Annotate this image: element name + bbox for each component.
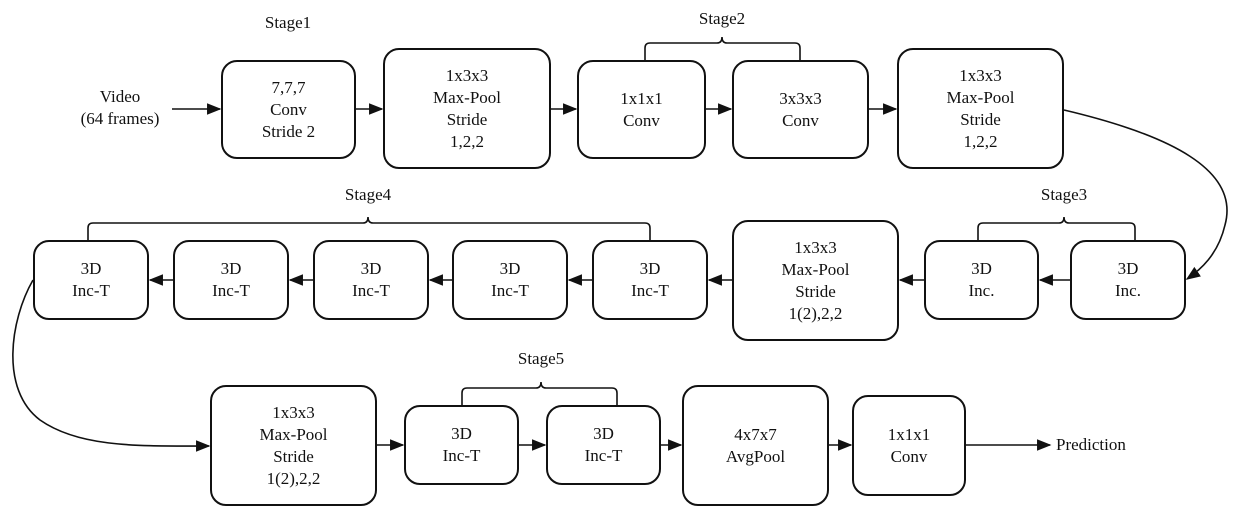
stage2-brace (644, 36, 801, 60)
node-line: 7,7,7 (271, 77, 306, 97)
node-line: 1x1x1 (620, 88, 663, 108)
node-line: Stride (446, 109, 488, 129)
node-line: 1x3x3 (445, 65, 489, 85)
node-line: Stride (273, 446, 314, 466)
stage1-label: Stage1 (264, 13, 312, 32)
node-inc4c[interactable]: 3D Inc-T (313, 240, 429, 320)
node-line: 1(2),2,2 (788, 303, 843, 323)
node-line: Stride (795, 281, 836, 301)
node-inc4a[interactable]: 3D Inc-T (592, 240, 708, 320)
node-line: Inc-T (631, 281, 669, 300)
node-line: 1x3x3 (959, 65, 1002, 85)
input-line: Video (99, 87, 141, 106)
node-line: Inc-T (442, 446, 481, 465)
node-pool2[interactable]: 1x3x3 Max-Pool Stride 1,2,2 (897, 48, 1064, 169)
node-conv3x3[interactable]: 3x3x3 Conv (732, 60, 869, 159)
node-line: Conv (270, 99, 307, 119)
node-line: Inc-T (584, 446, 623, 465)
node-line: Inc. (1115, 281, 1141, 300)
node-inc5a[interactable]: 3D Inc-T (404, 405, 519, 485)
node-line: 4x7x7 (734, 424, 777, 444)
node-line: 1(2),2,2 (266, 468, 321, 488)
node-line: 3D (451, 424, 472, 443)
node-line: Max-Pool (781, 259, 850, 279)
node-line: 1x3x3 (794, 237, 837, 257)
node-avgpool[interactable]: 4x7x7 AvgPool (682, 385, 829, 506)
stage3-brace (977, 216, 1136, 240)
node-line: Conv (782, 110, 819, 130)
node-line: Conv (890, 446, 928, 466)
node-line: Inc-T (491, 281, 529, 300)
node-line: 1,2,2 (450, 131, 484, 151)
node-inc3b[interactable]: 3D Inc. (924, 240, 1039, 320)
node-line: Stride 2 (261, 121, 316, 141)
node-inc5b[interactable]: 3D Inc-T (546, 405, 661, 485)
node-line: 3D (360, 259, 382, 278)
node-pool4[interactable]: 1x3x3 Max-Pool Stride 1(2),2,2 (210, 385, 377, 506)
node-line: Max-Pool (259, 424, 328, 444)
node-line: Stride (960, 109, 1001, 129)
node-line: 1,2,2 (963, 131, 998, 151)
node-pool1[interactable]: 1x3x3 Max-Pool Stride 1,2,2 (383, 48, 551, 169)
node-line: AvgPool (725, 446, 786, 466)
node-line: 3D (593, 424, 614, 443)
node-line: Max-Pool (433, 87, 501, 107)
stage3-label: Stage3 (1040, 185, 1088, 204)
node-line: Max-Pool (946, 87, 1015, 107)
node-inc3a[interactable]: 3D Inc. (1070, 240, 1186, 320)
node-conv7[interactable]: 7,7,7 Conv Stride 2 (221, 60, 356, 159)
node-line: 1x3x3 (272, 402, 315, 422)
node-line: Inc-T (352, 281, 390, 300)
stage4-brace (87, 216, 651, 240)
node-line: 3D (499, 259, 521, 278)
node-convout[interactable]: 1x1x1 Conv (852, 395, 966, 496)
node-line: 3x3x3 (779, 88, 822, 108)
node-line: 3D (639, 259, 661, 278)
input-line: (64 frames) (80, 109, 160, 128)
node-line: 3D (80, 259, 102, 278)
node-inc4d[interactable]: 3D Inc-T (173, 240, 289, 320)
node-inc4e[interactable]: 3D Inc-T (33, 240, 149, 320)
node-line: Conv (623, 110, 660, 130)
input-label: Video (64 frames) (70, 86, 170, 130)
node-line: 3D (1117, 259, 1139, 278)
node-line: Inc-T (212, 281, 250, 300)
node-line: 1x1x1 (887, 424, 931, 444)
node-line: Inc-T (72, 281, 110, 300)
node-conv1x1[interactable]: 1x1x1 Conv (577, 60, 706, 159)
node-line: Inc. (968, 281, 995, 300)
node-inc4b[interactable]: 3D Inc-T (452, 240, 568, 320)
stage4-label: Stage4 (344, 185, 392, 204)
node-pool3[interactable]: 1x3x3 Max-Pool Stride 1(2),2,2 (732, 220, 899, 341)
node-line: 3D (220, 259, 242, 278)
stage5-label: Stage5 (517, 349, 565, 368)
stage5-brace (461, 381, 618, 405)
stage2-label: Stage2 (698, 9, 746, 28)
node-line: 3D (971, 259, 992, 278)
output-label: Prediction (1056, 435, 1126, 454)
